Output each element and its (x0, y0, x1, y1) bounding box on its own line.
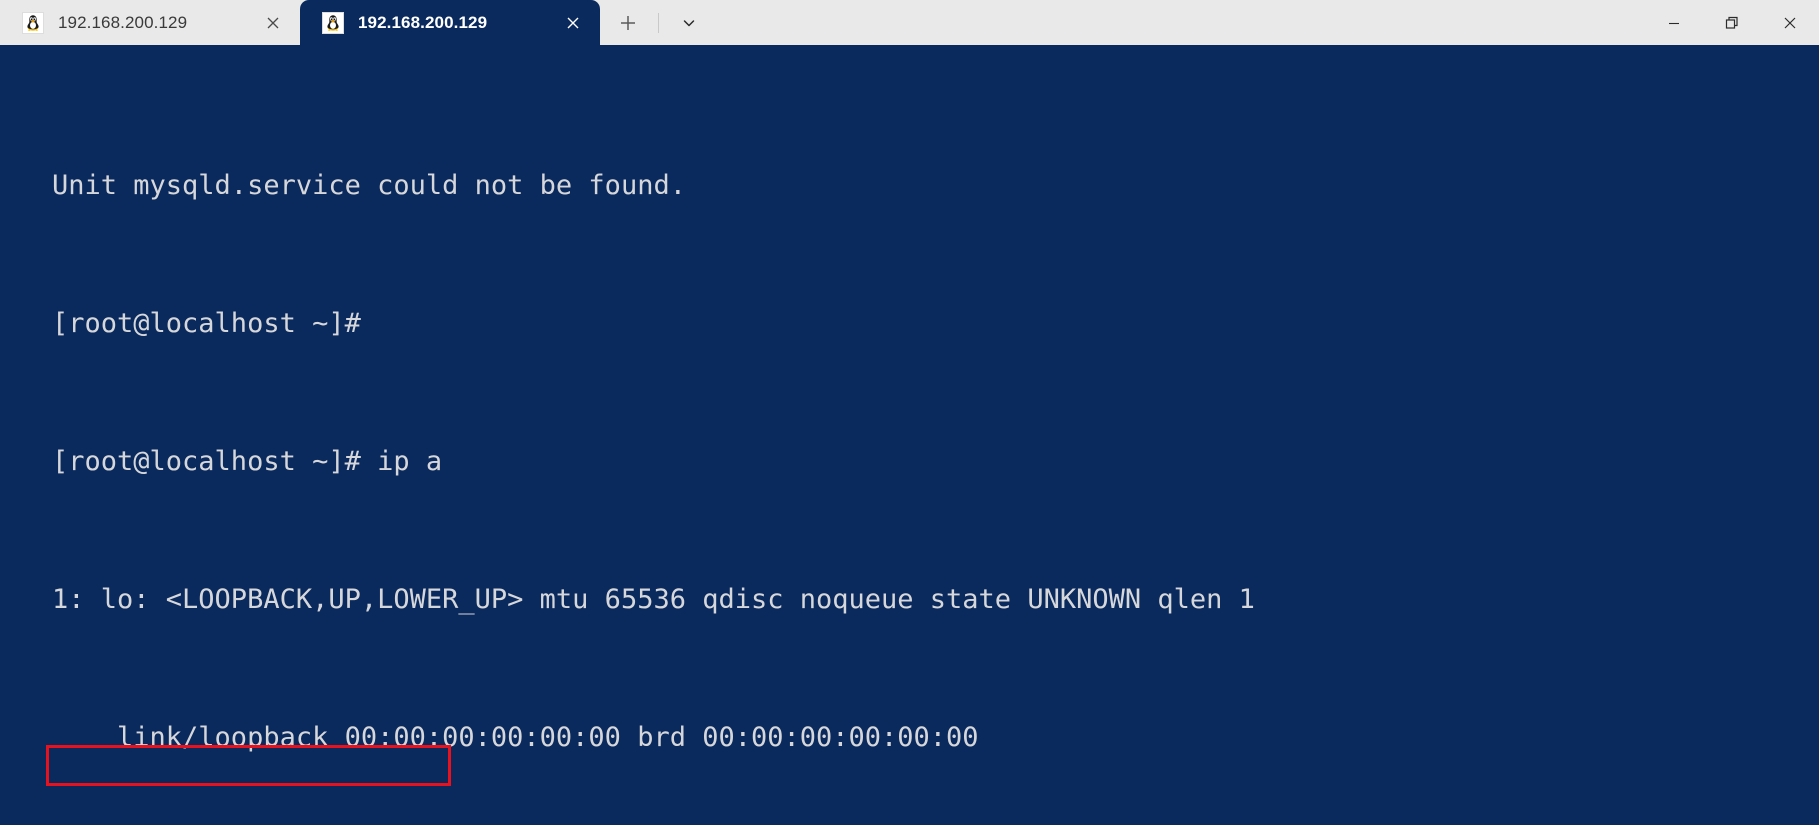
tab-close-icon[interactable] (256, 6, 290, 40)
tab-close-icon[interactable] (556, 6, 590, 40)
plus-icon (621, 15, 635, 30)
close-icon (1784, 17, 1796, 28)
browser-tab-1[interactable]: 192.168.200.129 (0, 0, 300, 45)
terminal-line: Unit mysqld.service could not be found. (52, 170, 686, 201)
window-close-button[interactable] (1761, 0, 1819, 45)
terminal-screen[interactable]: Unit mysqld.service could not be found. … (0, 45, 1819, 825)
chevron-down-icon (683, 19, 695, 26)
terminal-line: 1: lo: <LOOPBACK,UP,LOWER_UP> mtu 65536 … (52, 584, 1255, 615)
tab-strip-actions (600, 0, 709, 45)
divider (658, 12, 659, 33)
tab-title: 192.168.200.129 (358, 12, 488, 32)
terminal-line: link/loopback 00:00:00:00:00:00 brd 00:0… (52, 722, 979, 753)
terminal-output: Unit mysqld.service could not be found. … (0, 71, 1819, 825)
browser-tab-2[interactable]: 192.168.200.129 (300, 0, 600, 45)
restore-icon (1725, 16, 1738, 29)
window-controls (1645, 0, 1819, 45)
terminal-line: [root@localhost ~]# (52, 308, 361, 339)
minimize-icon (1669, 22, 1679, 24)
tab-list-dropdown-button[interactable] (669, 4, 709, 42)
tab-list: 192.168.200.129 192.168.200.129 (0, 0, 600, 45)
window-maximize-button[interactable] (1703, 0, 1761, 45)
terminal-line: [root@localhost ~]# ip a (52, 446, 443, 477)
new-tab-button[interactable] (608, 4, 648, 42)
tux-linux-icon (322, 11, 344, 34)
tab-strip: 192.168.200.129 192.168.200.129 (0, 0, 1819, 45)
tux-linux-icon (22, 11, 44, 34)
window-minimize-button[interactable] (1645, 0, 1703, 45)
tab-title: 192.168.200.129 (58, 12, 188, 32)
